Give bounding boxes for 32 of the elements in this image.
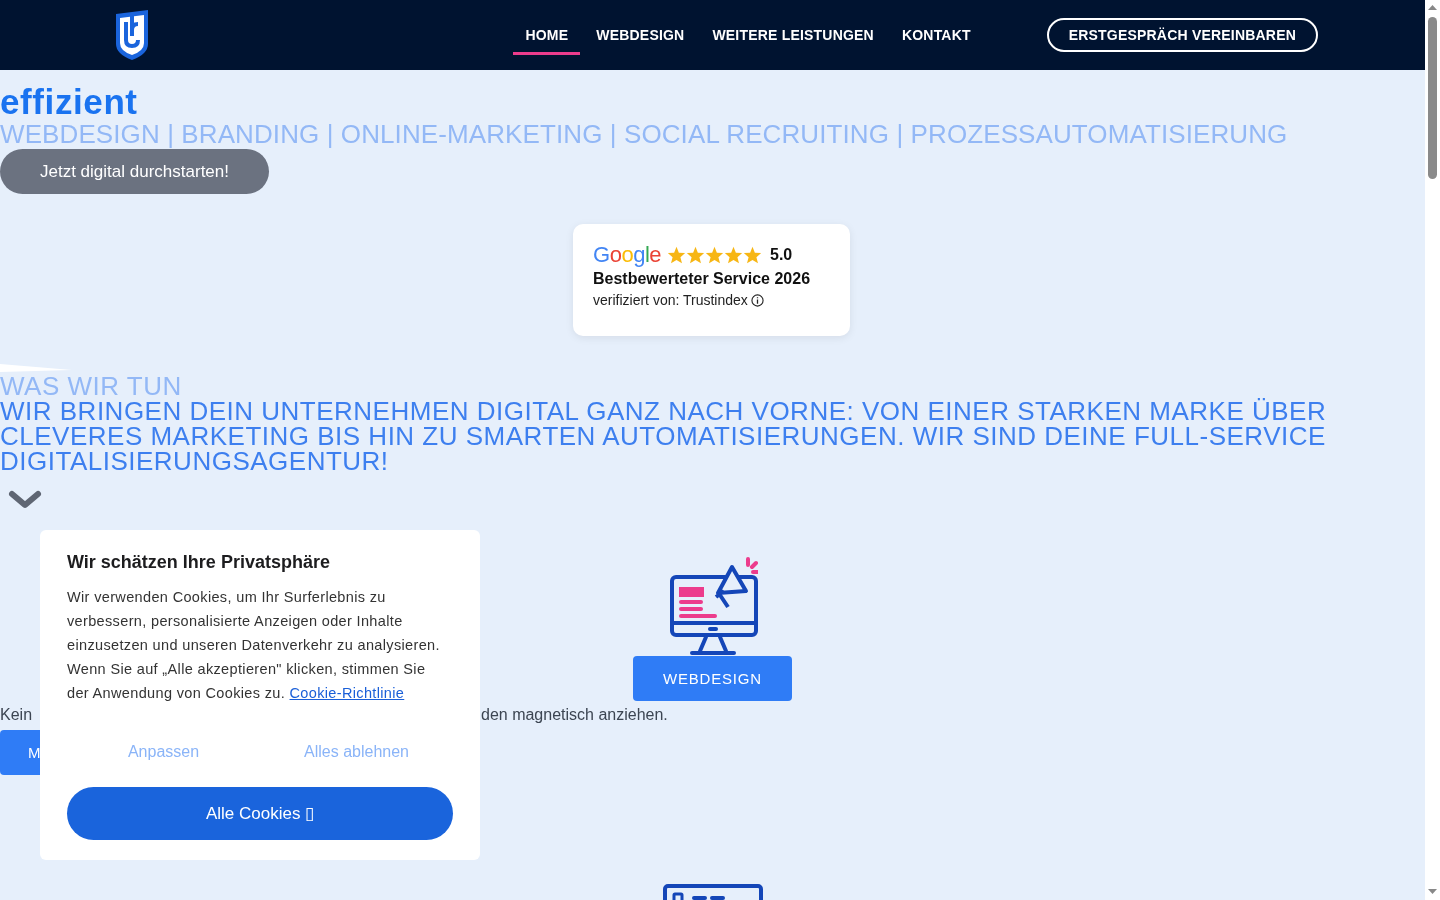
rating-score: 5.0 [770,246,793,264]
star-icon [724,246,743,264]
body-text: den magnetisch anziehen. [481,705,669,725]
service-button[interactable]: WEBDESIGN [633,656,792,701]
nav-link[interactable]: WEBDESIGN [584,21,697,55]
section-eyebrow: WAS WIR TUN [0,374,183,399]
more-button[interactable]: M [0,730,40,775]
consultation-button[interactable]: ERSTGESPRÄCH VEREINBAREN [1046,18,1318,52]
review-title: Bestbewerteter Service 2026 [593,270,812,288]
section-statement: WIR BRINGEN DEIN UNTERNEHMEN DIGITAL GANZ NACH VORNE: VON EINER STARKEN MARKE ÜBER CLEVERES MARKETING BIS HIN ZU SMARTEN AUTOMATISIERUNGEN. WIR SIND DEINE FULL-SERVICE DIGITALISIERUNGSAGENTUR! [0,399,1328,474]
scrollbar[interactable] [1425,0,1440,900]
shield-logo-icon[interactable] [114,10,150,60]
google-logo: Google [593,244,661,266]
accept-button[interactable]: Alle Cookies ▯ [67,787,453,840]
dialog-title: Wir schätzen Ihre Privatsphäre [67,552,331,573]
nav-link[interactable]: WEITERE LEISTUNGEN [700,21,886,55]
cookie-policy-link[interactable]: Cookie-Richtlinie [289,685,405,701]
info-icon[interactable] [750,293,764,307]
star-icon [686,246,705,264]
nav-link[interactable]: KONTAKT [889,21,983,55]
body-text: Kein [0,705,34,725]
nav-link[interactable]: HOME [513,21,581,55]
hero-title: effizient [0,84,139,119]
hero-subtitle: WEBDESIGN | BRANDING | ONLINE-MARKETING | SOCIAL RECRUITING | PROZESSAUTOMATISIERUNG [0,119,1289,149]
star-icon [667,246,686,264]
start-button[interactable]: Jetzt digital durchstarten! [0,149,269,194]
star-icon [705,246,724,264]
dialog-text: Wir verwenden Cookies, um Ihr Surferlebnis zu verbessern, personalisierte Anzeigen oder Inhalte einzusetzen und unseren Datenverkehr zu analysieren. Wenn Sie auf „Alle akzeptieren" klicken, stimmen Sie der Anwendung von Cookies zu. Cookie-Richtlinie [67,588,441,703]
chevron-down-icon[interactable] [8,490,42,510]
star-icon [743,246,762,264]
monitor-megaphone-icon [667,555,758,656]
verified-text: verifiziert von: Trustindex [593,292,748,308]
